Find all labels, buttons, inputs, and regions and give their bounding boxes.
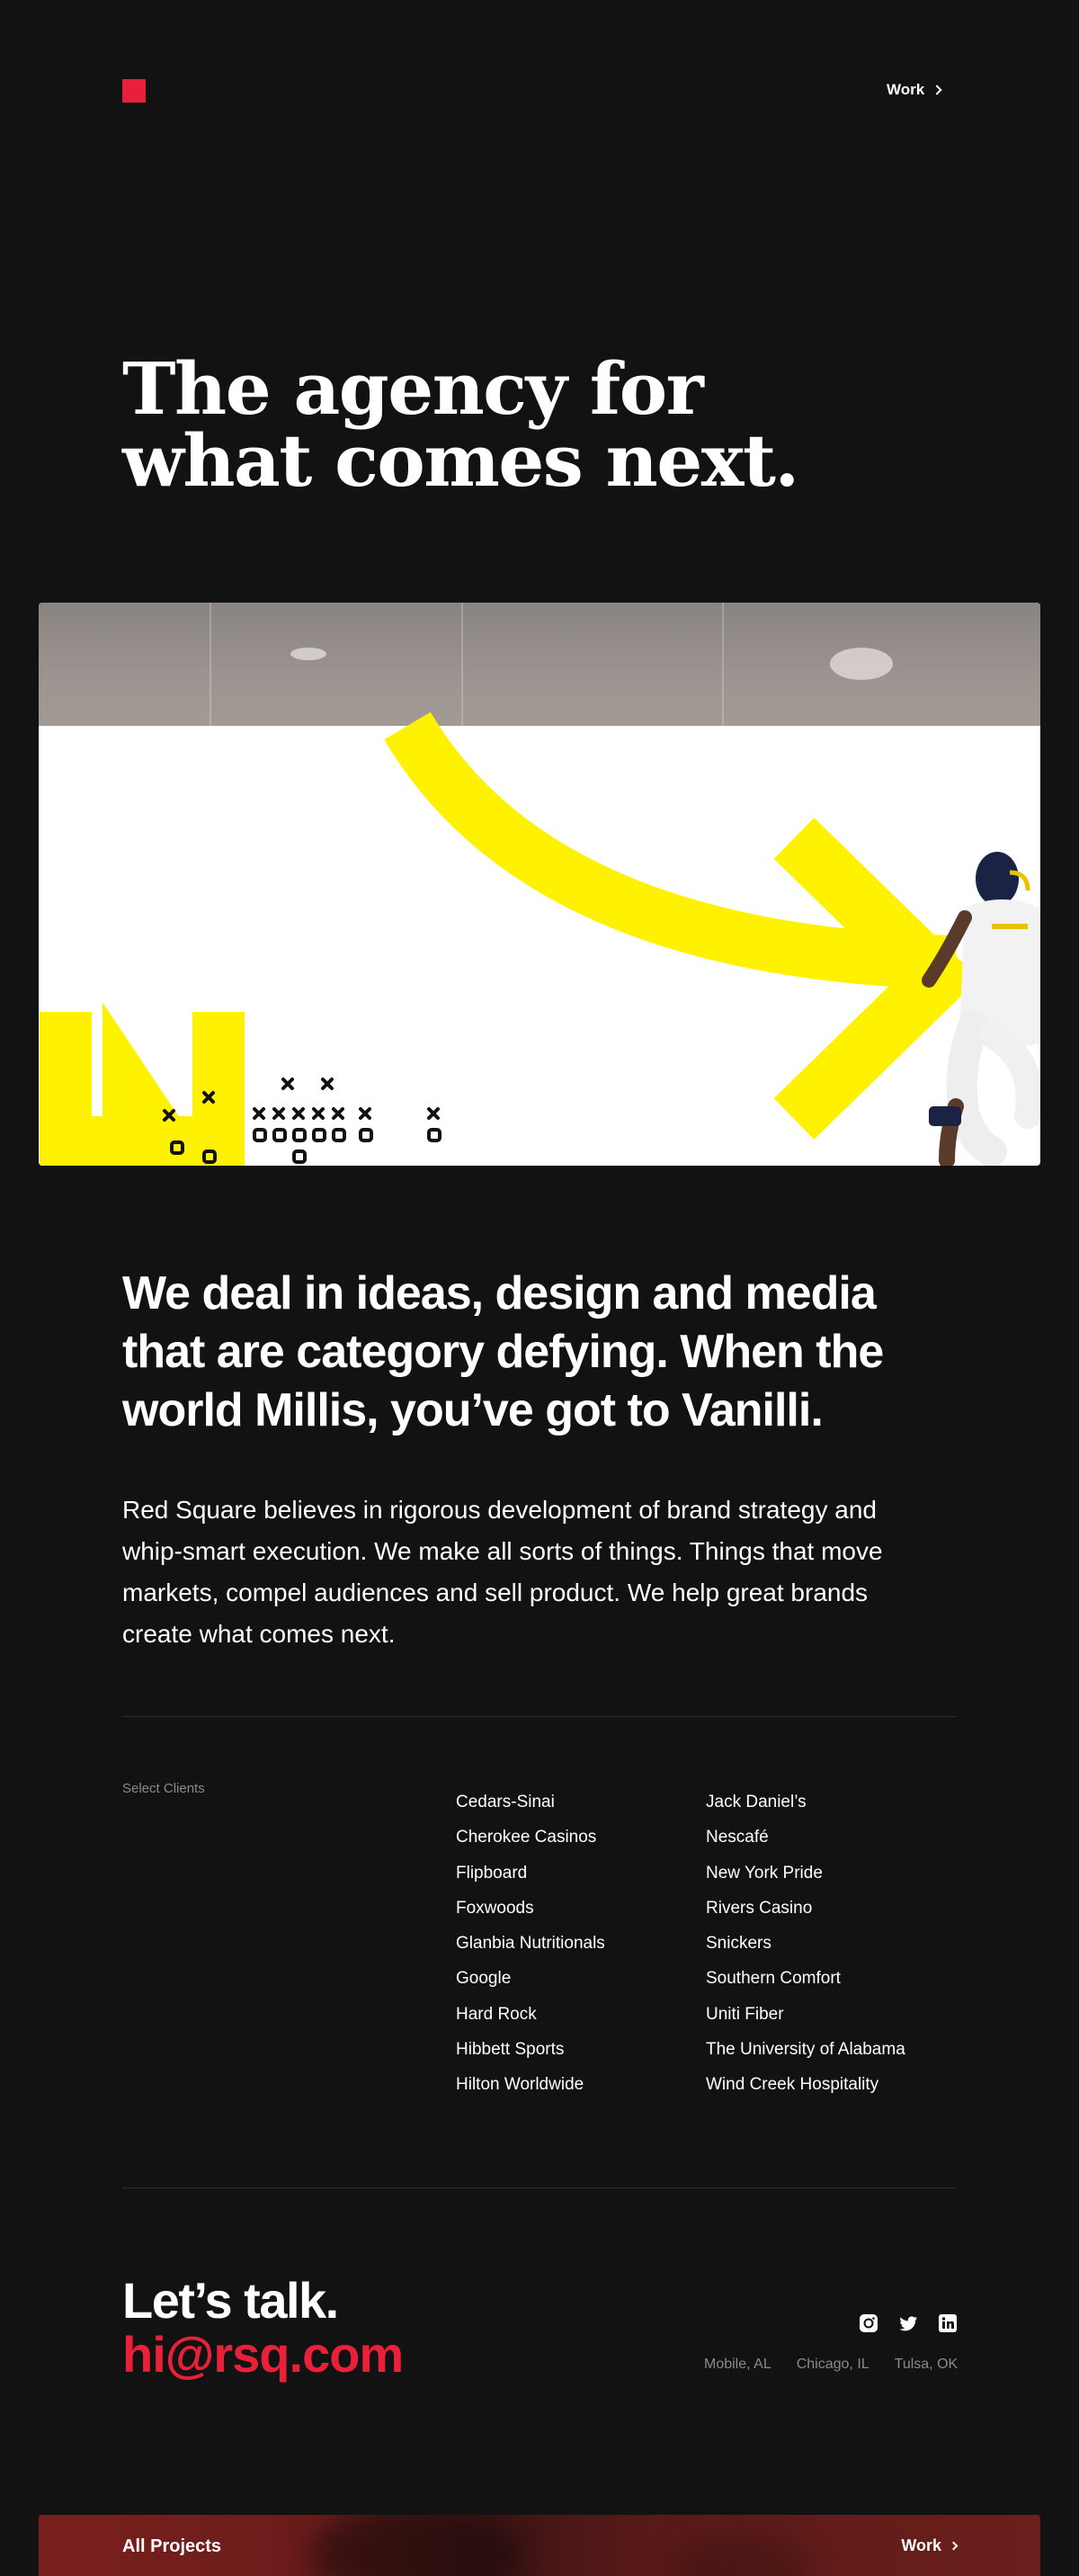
location-mobile: Mobile, AL bbox=[704, 2357, 771, 2372]
clients-column-1: Cedars-Sinai Cherokee Casinos Flipboard Fox… bbox=[456, 1784, 605, 2103]
divider bbox=[122, 2187, 957, 2188]
client-item: Hibbett Sports bbox=[456, 2040, 565, 2060]
office-locations: Mobile, AL Chicago, IL Tulsa, OK bbox=[704, 2357, 958, 2373]
client-item: Cherokee Casinos bbox=[456, 1828, 597, 1847]
intro-lead: We deal in ideas, design and media that … bbox=[122, 1267, 884, 1436]
client-item: The University of Alabama bbox=[706, 2040, 905, 2060]
client-item: Glanbia Nutritionals bbox=[456, 1934, 605, 1954]
location-chicago: Chicago, IL bbox=[796, 2357, 869, 2372]
nav-work-link[interactable]: Work bbox=[887, 79, 942, 101]
client-item: Foxwoods bbox=[456, 1898, 534, 1918]
chevron-right-icon bbox=[932, 85, 942, 95]
red-square-logo[interactable] bbox=[122, 79, 146, 103]
client-item: Flipboard bbox=[456, 1863, 528, 1883]
client-item: Rivers Casino bbox=[706, 1898, 813, 1918]
client-item: Jack Daniel’s bbox=[706, 1793, 807, 1811]
hero-image bbox=[39, 603, 1040, 1166]
client-item: Nescafé bbox=[706, 1828, 769, 1847]
clients-column-2: Jack Daniel’s Nescafé New York Pride Rivers… bbox=[706, 1784, 905, 2103]
client-item: Southern Comfort bbox=[706, 1969, 841, 1989]
client-item: Uniti Fiber bbox=[706, 2004, 784, 2024]
twitter-icon[interactable] bbox=[898, 2313, 918, 2333]
client-item: Hard Rock bbox=[456, 2004, 537, 2024]
nav-work-label: Work bbox=[887, 81, 925, 98]
linkedin-icon[interactable] bbox=[938, 2313, 958, 2333]
client-item: Wind Creek Hospitality bbox=[706, 2075, 879, 2095]
client-item: Cedars-Sinai bbox=[456, 1793, 555, 1811]
client-item: Google bbox=[456, 1969, 512, 1989]
instagram-icon[interactable] bbox=[859, 2313, 878, 2333]
footer-work-link[interactable]: Work bbox=[901, 2536, 959, 2555]
client-item: Snickers bbox=[706, 1934, 771, 1954]
client-item: New York Pride bbox=[706, 1863, 823, 1883]
contact-heading: Let’s talk. bbox=[122, 2272, 339, 2329]
intro-body: Red Square believes in rigorous developm… bbox=[122, 1496, 883, 1648]
chevron-right-icon bbox=[949, 2541, 959, 2551]
hero-title: The agency for what comes next. bbox=[122, 353, 932, 496]
contact-email-link[interactable]: hi@rsq.com bbox=[122, 2328, 404, 2382]
all-projects-link[interactable]: All Projects bbox=[122, 2536, 221, 2557]
football-play-graphic bbox=[40, 711, 1040, 1166]
next-section-bar[interactable]: All Projects Work bbox=[39, 2515, 1040, 2576]
clients-label: Select Clients bbox=[122, 1781, 205, 1796]
footer-work-label: Work bbox=[901, 2536, 941, 2554]
client-item: Hilton Worldwide bbox=[456, 2075, 584, 2095]
location-tulsa: Tulsa, OK bbox=[894, 2357, 959, 2372]
divider bbox=[122, 1716, 957, 1717]
hero-title-line-2: what comes next. bbox=[122, 418, 799, 503]
